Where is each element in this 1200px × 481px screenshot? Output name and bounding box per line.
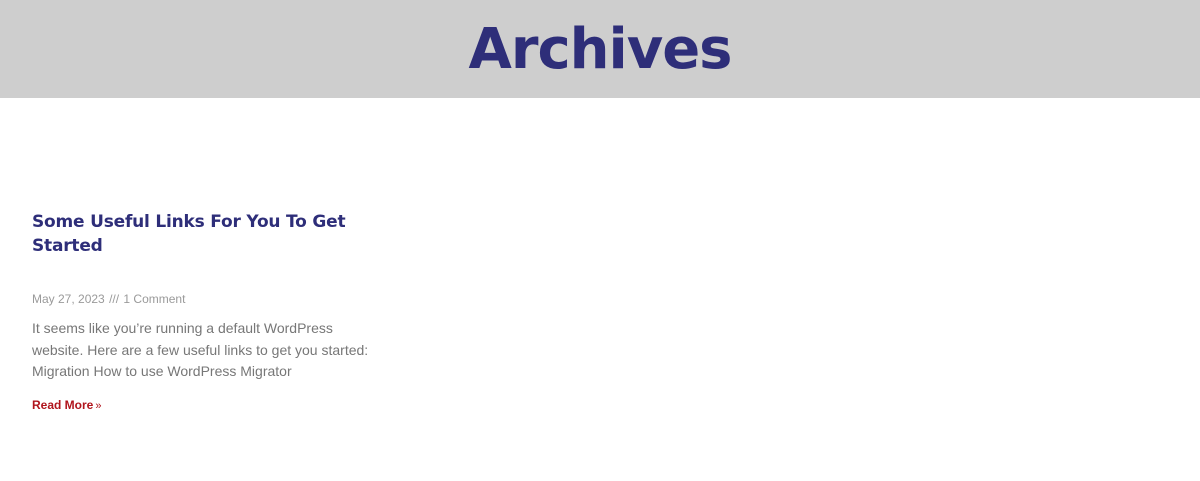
read-more-arrow-icon: » — [95, 399, 102, 412]
page-title: Archives — [468, 17, 732, 82]
post-meta: May 27, 2023 /// 1 Comment — [32, 291, 382, 307]
meta-separator: /// — [109, 292, 120, 306]
read-more-link[interactable]: Read More» — [32, 397, 101, 414]
post-excerpt: It seems like you’re running a default W… — [32, 320, 369, 379]
post-comments-link[interactable]: 1 Comment — [123, 292, 185, 306]
post-date: May 27, 2023 — [32, 292, 105, 306]
read-more-label: Read More — [32, 397, 94, 412]
post-card: Some Useful Links For You To Get Started… — [32, 210, 382, 414]
post-title-link[interactable]: Some Useful Links For You To Get Started — [32, 210, 382, 258]
archive-header: Archives — [0, 0, 1200, 98]
